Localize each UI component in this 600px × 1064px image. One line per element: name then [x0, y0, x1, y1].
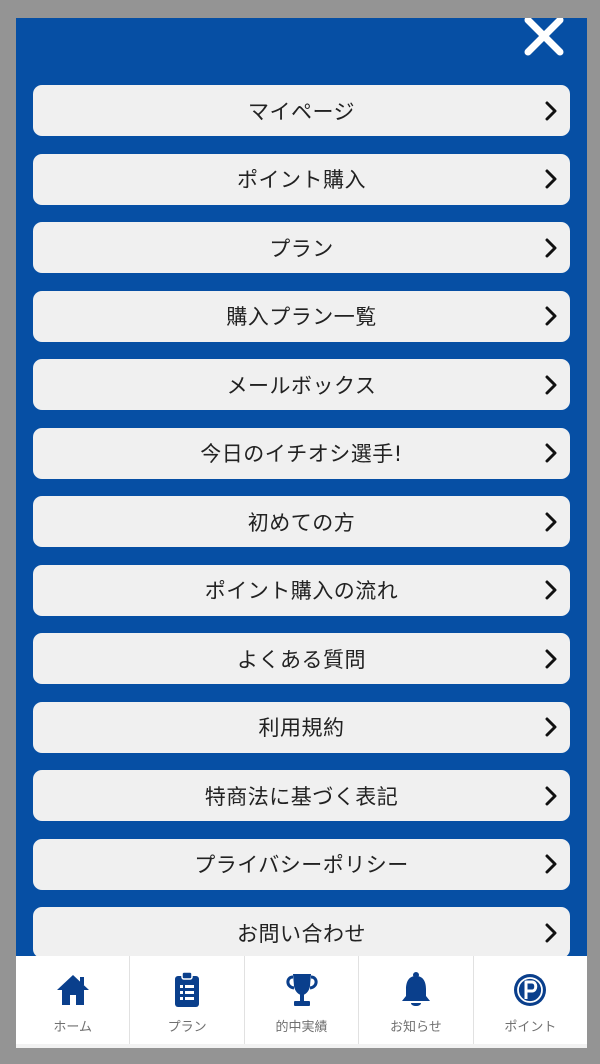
menu-item-label: ポイント購入の流れ — [204, 579, 399, 603]
menu-item-plan[interactable]: プラン — [33, 222, 570, 273]
menu-item-terms[interactable]: 利用規約 — [33, 701, 570, 753]
tab-results[interactable]: 的中実績 — [243, 956, 358, 1044]
menu-item-mailbox[interactable]: メールボックス — [33, 359, 570, 410]
chevron-right-icon — [545, 238, 557, 257]
menu-item-purchased-plans[interactable]: 購入プラン一覧 — [33, 290, 570, 342]
tab-label: お知らせ — [390, 1020, 442, 1035]
menu-item-point-purchase[interactable]: ポイント購入 — [33, 153, 570, 205]
bottom-tab-bar: ホーム プラン 的中実績 お知らせ ポイント — [16, 956, 587, 1044]
menu-item-privacy-policy[interactable]: プライバシーポリシー — [33, 838, 570, 890]
menu-item-label: よくある質問 — [237, 647, 366, 672]
tab-point[interactable]: ポイント — [472, 956, 587, 1044]
bell-icon — [401, 972, 430, 1006]
tab-label: ホーム — [53, 1020, 93, 1035]
menu-item-label: プライバシーポリシー — [194, 853, 409, 877]
menu-item-mypage[interactable]: マイページ — [33, 85, 570, 136]
chevron-right-icon — [545, 512, 557, 531]
chevron-right-icon — [545, 443, 557, 463]
tab-home[interactable]: ホーム — [16, 956, 129, 1044]
trophy-icon — [285, 974, 318, 1006]
close-icon — [524, 18, 564, 56]
menu-item-label: 特商法に基づく表記 — [204, 784, 399, 809]
tab-news[interactable]: お知らせ — [358, 956, 472, 1044]
menu-item-label: 購入プラン一覧 — [226, 305, 377, 329]
menu-item-label: マイページ — [247, 99, 356, 124]
menu-item-label: ポイント購入 — [237, 168, 366, 192]
tab-label: ポイント — [504, 1020, 557, 1035]
menu-item-commercial-law[interactable]: 特商法に基づく表記 — [33, 770, 570, 821]
menu-item-todays-pick[interactable]: 今日のイチオシ選手! — [33, 427, 570, 479]
chevron-right-icon — [545, 375, 557, 394]
tab-plan[interactable]: プラン — [129, 956, 243, 1044]
menu-item-contact[interactable]: お問い合わせ — [33, 907, 570, 958]
menu-item-label: お問い合わせ — [237, 921, 366, 946]
home-icon — [56, 975, 89, 1005]
chevron-right-icon — [545, 649, 557, 668]
menu-item-purchase-flow[interactable]: ポイント購入の流れ — [33, 564, 570, 616]
tab-label: プラン — [167, 1020, 207, 1035]
chevron-right-icon — [545, 786, 557, 805]
chevron-right-icon — [545, 169, 557, 189]
chevron-right-icon — [545, 306, 557, 326]
clipboard-icon — [175, 971, 200, 1007]
chevron-right-icon — [545, 854, 557, 874]
bottom-strip — [16, 1044, 587, 1048]
menu-list: マイページ ポイント購入 プラン 購入プラン一覧 メールボックス 今日のイチオシ… — [33, 85, 570, 960]
chevron-right-icon — [545, 580, 557, 600]
tab-label: 的中実績 — [275, 1020, 328, 1035]
menu-item-label: 利用規約 — [258, 716, 345, 740]
chevron-right-icon — [545, 717, 557, 737]
menu-item-label: プラン — [269, 236, 334, 261]
menu-item-label: メールボックス — [226, 373, 377, 398]
menu-item-label: 初めての方 — [247, 510, 356, 535]
menu-item-label: 今日のイチオシ選手! — [200, 442, 403, 466]
menu-item-faq[interactable]: よくある質問 — [33, 633, 570, 684]
close-button[interactable] — [518, 18, 570, 62]
menu-panel: マイページ ポイント購入 プラン 購入プラン一覧 メールボックス 今日のイチオシ… — [16, 18, 587, 960]
chevron-right-icon — [545, 923, 557, 942]
chevron-right-icon — [545, 101, 557, 120]
menu-item-beginners[interactable]: 初めての方 — [33, 496, 570, 547]
point-icon — [514, 974, 547, 1006]
